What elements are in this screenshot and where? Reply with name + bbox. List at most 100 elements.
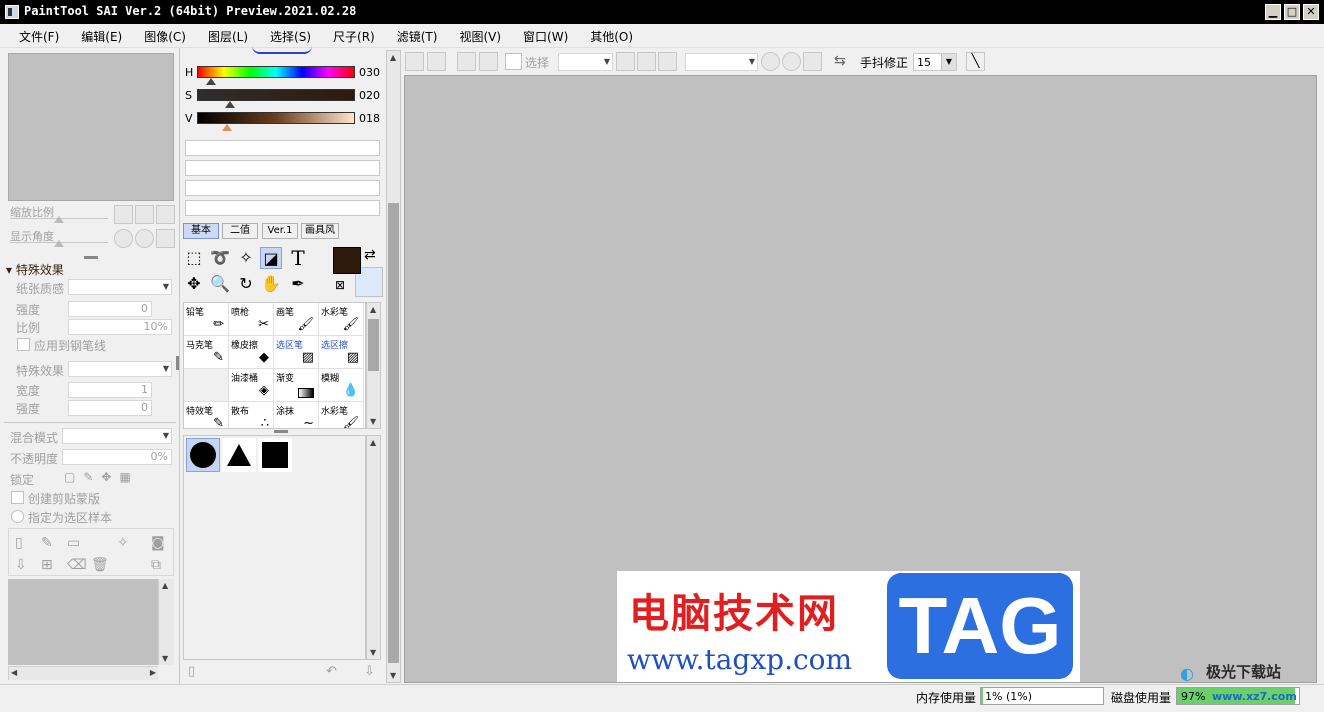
opacity-field[interactable]: 0% <box>62 449 172 465</box>
zoom-in-toolbar-button[interactable] <box>637 52 656 71</box>
strength2-field[interactable]: 0 <box>68 400 152 416</box>
menu-filter[interactable]: 滤镜(T) <box>386 24 449 47</box>
splitter-grip[interactable] <box>274 430 288 433</box>
zoom-reset-button[interactable] <box>156 205 175 224</box>
hue-slider[interactable] <box>197 66 355 78</box>
rect-select-icon[interactable]: ⬚ <box>183 247 205 269</box>
brush-shape-scrollbar[interactable]: ▲ ▼ <box>366 435 381 660</box>
select-dropdown[interactable]: ▼ <box>558 53 613 71</box>
rotate-right-button[interactable] <box>135 229 154 248</box>
brush-smudge[interactable]: 涂抹 ~ <box>274 402 319 428</box>
minimize-button[interactable]: ▁ <box>1265 4 1281 20</box>
delete-layer-icon[interactable]: 🗑 <box>91 557 109 573</box>
brush-scatter[interactable]: 散布 ∴ <box>229 402 274 428</box>
square-shape-button[interactable] <box>258 438 292 472</box>
menu-edit[interactable]: 编辑(E) <box>70 24 133 47</box>
paper-texture-select[interactable]: ▼ <box>68 279 172 295</box>
close-button[interactable]: ✕ <box>1303 4 1319 20</box>
circle-shape-button[interactable] <box>186 438 220 472</box>
brush-watercolor-2[interactable]: 水彩笔 🖌 <box>319 402 364 428</box>
copy-layer-icon[interactable]: ⊞ <box>41 557 53 573</box>
brush-eraser[interactable]: 橡皮擦 ◆ <box>229 336 274 369</box>
brush-empty[interactable] <box>184 369 229 402</box>
brush-brush[interactable]: 画笔 🖌 <box>274 303 319 336</box>
color-wheel-edge[interactable] <box>252 46 312 54</box>
rotate-icon[interactable]: ↻ <box>235 273 257 295</box>
brush-grid-scrollbar[interactable]: ▲ ▼ <box>366 302 381 429</box>
move-icon[interactable]: ✥ <box>183 273 205 295</box>
tab-binary[interactable]: 二值 <box>222 223 258 239</box>
select-checkbox[interactable] <box>505 53 522 70</box>
save-preset-icon[interactable]: ⇩ <box>364 664 375 679</box>
strength-field[interactable]: 0 <box>68 301 152 317</box>
eyedropper-icon[interactable]: ✒ <box>287 273 309 295</box>
zoom-in-button[interactable] <box>135 205 154 224</box>
new-pen-layer-icon[interactable]: ✎ <box>41 535 53 551</box>
brush-marker[interactable]: 马克笔 ✎ <box>184 336 229 369</box>
redo-button[interactable] <box>427 52 446 71</box>
tab-ver1[interactable]: Ver.1 <box>262 223 298 239</box>
blend-mode-select[interactable]: ▼ <box>62 428 172 444</box>
value-slider[interactable] <box>197 112 355 124</box>
menu-file[interactable]: 文件(F) <box>8 24 70 47</box>
deselect-button[interactable] <box>457 52 476 71</box>
menu-layer[interactable]: 图层(L) <box>197 24 259 47</box>
menu-image[interactable]: 图像(C) <box>133 24 197 47</box>
brush-airbrush[interactable]: 喷枪 ✂ <box>229 303 274 336</box>
brush-select-pen[interactable]: 选区笔 ▨ <box>274 336 319 369</box>
panel-scroll-thumb[interactable] <box>388 203 399 663</box>
brush-pencil[interactable]: 铅笔 ✏ <box>184 303 229 336</box>
rotate-left-button[interactable] <box>114 229 133 248</box>
color-slot-1[interactable] <box>185 140 380 156</box>
stabilizer-select[interactable]: 15 ▼ <box>913 53 957 71</box>
rotate-reset-toolbar-button[interactable] <box>803 52 822 71</box>
tab-basic[interactable]: 基本 <box>183 223 219 239</box>
color-slot-2[interactable] <box>185 160 380 176</box>
straight-line-icon[interactable]: ╲ <box>966 52 985 71</box>
tab-painter[interactable]: 画具风 <box>301 223 339 239</box>
effects-header[interactable]: ▾ 特殊效果 <box>6 261 64 278</box>
panel-scrollbar[interactable]: ▲ ▼ <box>386 50 401 683</box>
new-folder-icon[interactable]: ▭ <box>67 535 80 551</box>
angle-dropdown[interactable]: ▼ <box>685 53 758 71</box>
scale-field[interactable]: 10% <box>68 319 172 335</box>
brush-bucket[interactable]: 油漆桶 ◈ <box>229 369 274 402</box>
menu-select[interactable]: 选择(S) <box>259 24 322 47</box>
effect-layer-icon[interactable]: ✧ <box>117 535 129 551</box>
menu-ruler[interactable]: 尺子(R) <box>322 24 386 47</box>
zoom-out-button[interactable] <box>114 205 133 224</box>
rotate-reset-button[interactable] <box>156 229 175 248</box>
brush-grid-scroll-thumb[interactable] <box>368 319 379 371</box>
brush-gradient[interactable]: 渐变 <box>274 369 319 402</box>
new-layer-icon[interactable]: ▯ <box>15 535 23 551</box>
brush-special[interactable]: 特效笔 ✎ <box>184 402 229 428</box>
brush-blur[interactable]: 模糊 💧 <box>319 369 364 402</box>
color-slot-3[interactable] <box>185 180 380 196</box>
transparent-color-icon[interactable]: ⊠ <box>335 278 345 292</box>
zoom-out-toolbar-button[interactable] <box>616 52 635 71</box>
new-preset-icon[interactable]: ▯ <box>188 664 195 679</box>
swap-colors-icon[interactable]: ⇄ <box>364 247 376 263</box>
shape-tool-icon[interactable]: ◪ <box>260 247 282 269</box>
zoom-slider-handle[interactable] <box>54 216 64 223</box>
undo-preset-icon[interactable]: ↶ <box>326 664 337 679</box>
lasso-icon[interactable]: ➰ <box>209 247 231 269</box>
saturation-slider[interactable] <box>197 89 355 101</box>
merge-down-icon[interactable]: ⇩ <box>15 557 27 573</box>
clear-layer-icon[interactable]: ⌫ <box>67 557 87 573</box>
color-slot-4[interactable] <box>185 200 380 216</box>
flip-icon[interactable]: ⇆ <box>834 53 846 69</box>
apply-pen-checkbox[interactable] <box>17 338 30 351</box>
zoom-reset-toolbar-button[interactable] <box>658 52 677 71</box>
saturation-slider-handle[interactable] <box>225 101 235 108</box>
value-slider-handle[interactable] <box>222 124 232 131</box>
splitter-grip[interactable] <box>84 256 98 259</box>
width-field[interactable]: 1 <box>68 382 152 398</box>
maximize-button[interactable]: □ <box>1284 4 1300 20</box>
menu-other[interactable]: 其他(O) <box>579 24 644 47</box>
brush-select-eraser[interactable]: 选区擦 ▨ <box>319 336 364 369</box>
layer-list-hscrollbar[interactable]: ◀ ▶ <box>8 666 158 680</box>
primary-color-swatch[interactable] <box>333 247 361 274</box>
clipping-checkbox[interactable] <box>11 491 24 504</box>
selection-source-radio[interactable] <box>11 510 24 523</box>
